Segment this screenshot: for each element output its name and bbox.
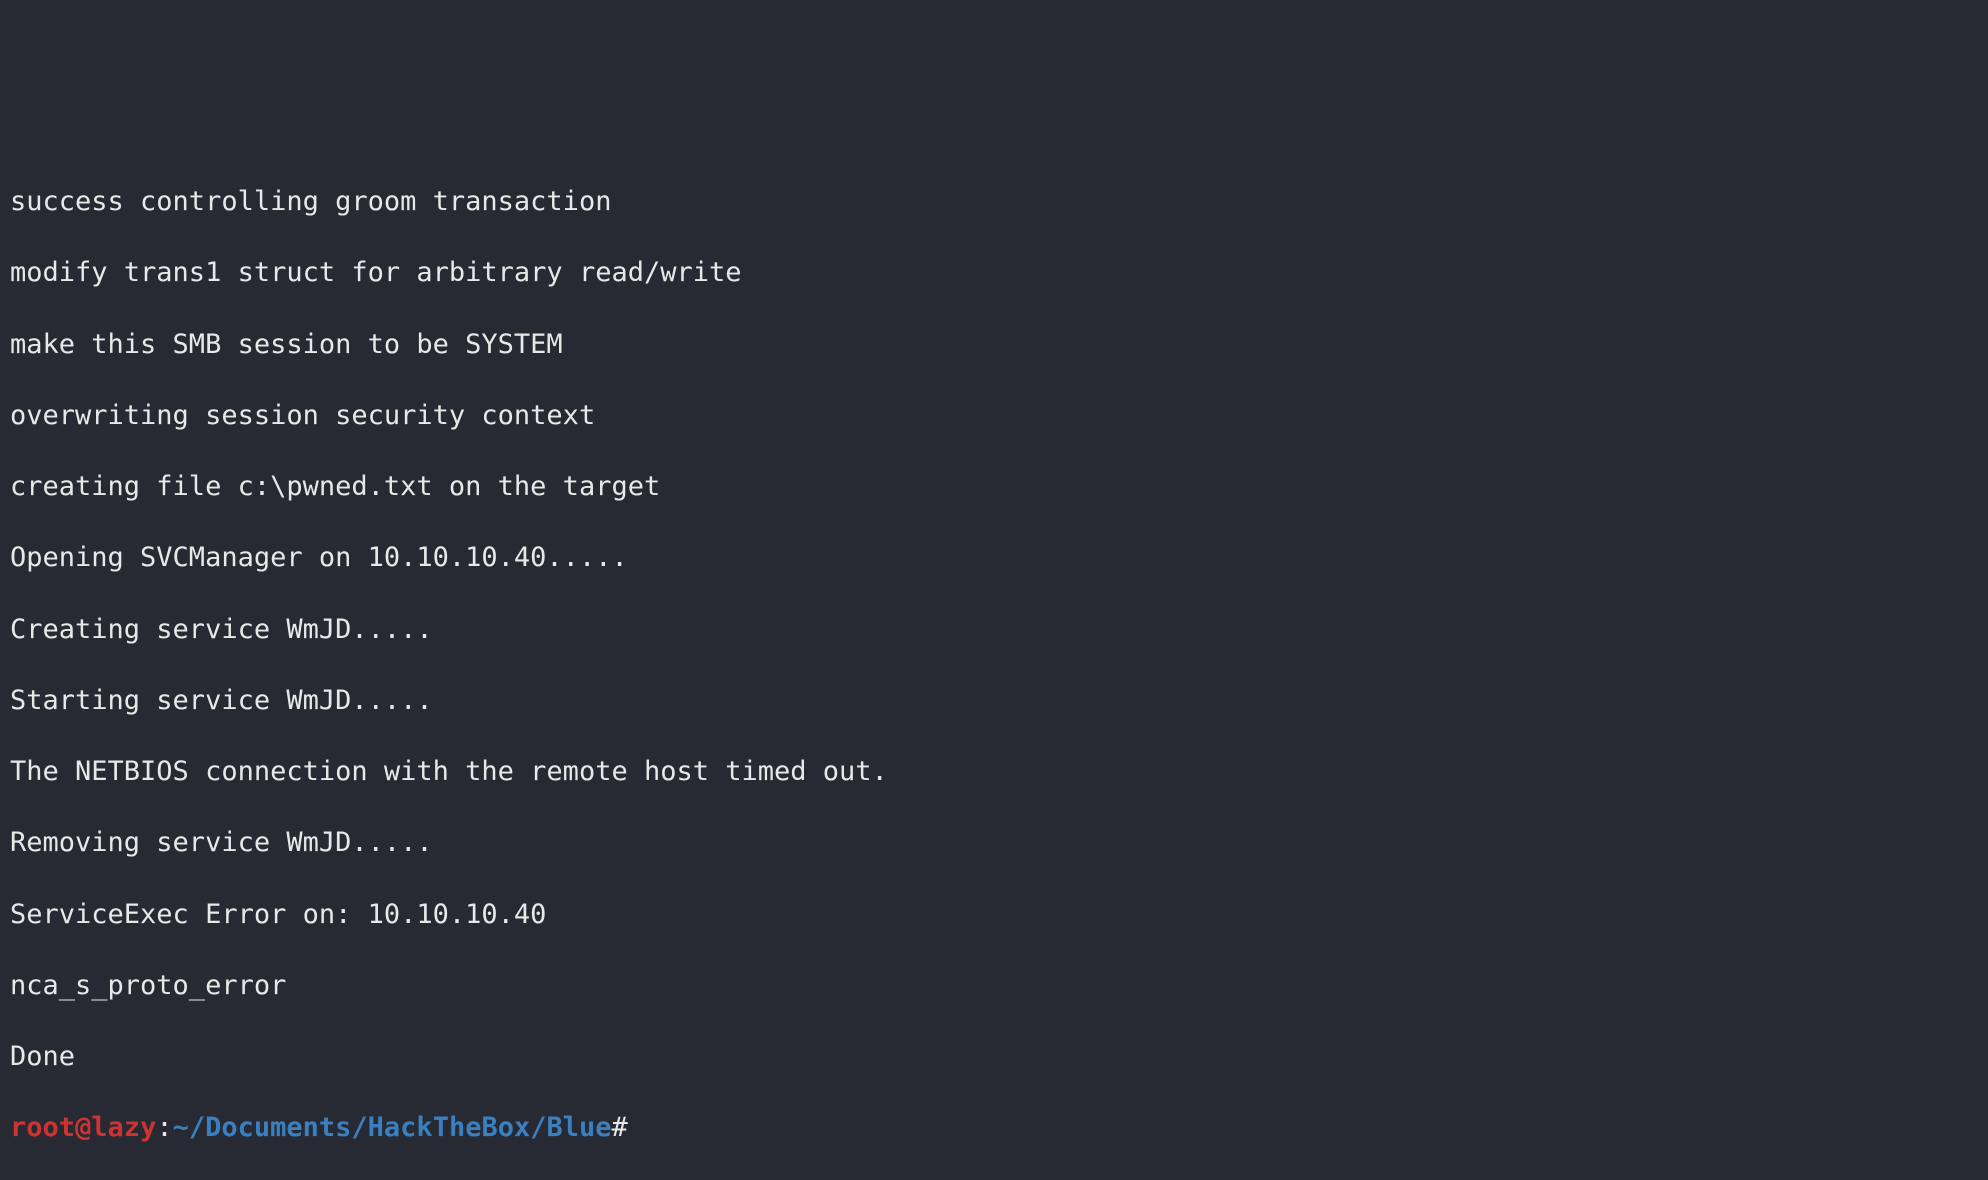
prompt-hash: # (612, 1112, 628, 1143)
output-line: The NETBIOS connection with the remote h… (10, 754, 1978, 790)
output-line: Creating service WmJD..... (10, 612, 1978, 648)
prompt-user: root (10, 1112, 75, 1143)
output-line: modify trans1 struct for arbitrary read/… (10, 255, 1978, 291)
prompt-host: lazy (91, 1112, 156, 1143)
prompt-at: @ (75, 1112, 91, 1143)
shell-prompt: root@lazy:~/Documents/HackTheBox/Blue# (10, 1112, 628, 1143)
prompt-tilde: ~ (173, 1112, 189, 1143)
output-line: Opening SVCManager on 10.10.10.40..... (10, 540, 1978, 576)
output-line: Done (10, 1039, 1978, 1075)
output-line: success controlling groom transaction (10, 184, 1978, 220)
prompt-path: /Documents/HackTheBox/Blue (189, 1112, 612, 1143)
output-line: Removing service WmJD..... (10, 825, 1978, 861)
output-line: creating file c:\pwned.txt on the target (10, 469, 1978, 505)
prompt-colon: : (156, 1112, 172, 1143)
output-line: overwriting session security context (10, 398, 1978, 434)
output-line: nca_s_proto_error (10, 968, 1978, 1004)
output-line: make this SMB session to be SYSTEM (10, 327, 1978, 363)
output-line: Starting service WmJD..... (10, 683, 1978, 719)
output-line: ServiceExec Error on: 10.10.10.40 (10, 897, 1978, 933)
terminal-output: success controlling groom transaction mo… (10, 149, 1978, 1111)
